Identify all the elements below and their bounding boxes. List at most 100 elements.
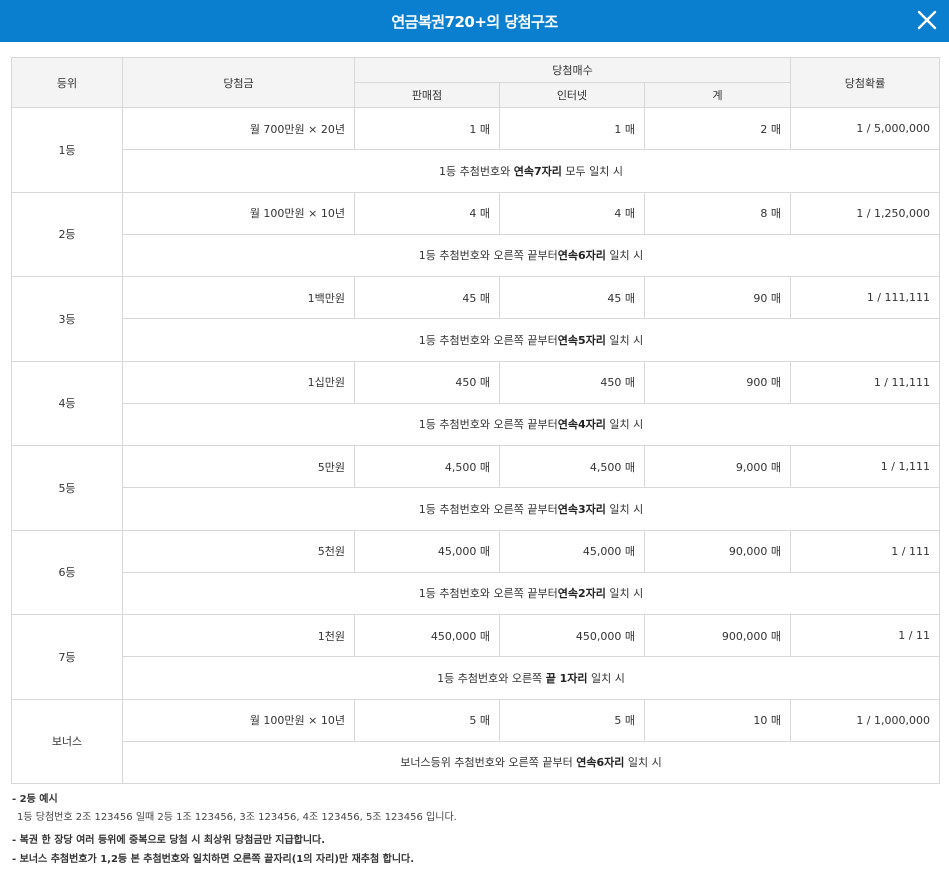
amount-cell: 월 100만원 × 10년 [122,698,355,742]
table-row-condition: 1등 추첨번호와 오른쪽 끝부터연속3자리 일치 시 [12,487,940,531]
condition-suffix: 일치 시 [624,756,662,770]
total-count-cell: 8 매 [644,191,791,235]
condition-cell: 1등 추첨번호와 오른쪽 끝부터연속4자리 일치 시 [122,402,940,446]
condition-cell: 1등 추첨번호와 오른쪽 끝부터연속6자리 일치 시 [122,233,940,277]
rank-cell: 6등 [11,529,123,615]
amount-cell: 1천원 [122,614,355,657]
condition-cell: 1등 추첨번호와 오른쪽 끝부터연속5자리 일치 시 [122,318,940,362]
store-count-cell: 4 매 [354,191,500,235]
condition-suffix: 일치 시 [605,249,644,263]
internet-count-cell: 45 매 [499,276,645,319]
table-row: 4등 1십만원 450 매 450 매 900 매1 / 11,111 [11,360,940,446]
internet-count-cell: 450 매 [499,360,645,404]
header-count-group: 당첨매수 [354,57,791,83]
internet-count-cell: 1 매 [499,107,645,150]
header-store: 판매점 [354,82,500,108]
table-row: 1등 월 700만원 × 20년 1 매1 매2 매1 / 5,000,000 [11,107,940,193]
condition-text: 1등 추첨번호와 오른쪽 끝부터 [418,418,558,432]
total-count-cell: 90,000 매 [644,529,791,573]
condition-cell: 1등 추첨번호와 연속7자리 모두 일치 시 [122,149,940,193]
amount-cell: 월 700만원 × 20년 [122,107,355,150]
table-row-condition: 1등 추첨번호와 오른쪽 끝부터연속4자리 일치 시 [12,402,940,446]
table-row-condition: 1등 추첨번호와 연속7자리 모두 일치 시 [12,149,940,193]
total-count-cell: 900,000 매 [644,614,791,657]
table-row-condition: 1등 추첨번호와 오른쪽 끝부터연속2자리 일치 시 [12,571,940,615]
table-row-condition: 1등 추첨번호와 오른쪽 끝부터연속6자리 일치 시 [12,233,940,277]
probability-cell: 1 / 5,000,000 [790,107,940,150]
amount-cell: 5천원 [122,529,355,573]
probability-cell: 1 / 1,250,000 [790,191,940,235]
total-count-cell: 90 매 [644,276,791,319]
condition-cell: 1등 추첨번호와 오른쪽 끝부터연속3자리 일치 시 [122,487,940,531]
condition-text: 1등 추첨번호와 [439,164,514,178]
modal-header: 연금복권720+의 당첨구조 [0,0,949,42]
amount-cell: 5만원 [122,445,355,488]
condition-text: 1등 추첨번호와 오른쪽 끝부터 [418,587,558,601]
header-probability: 당첨확률 [790,57,940,108]
condition-highlight: 끝 1자리 [545,671,588,685]
condition-highlight: 연속4자리 [557,418,606,432]
note-bonus-redraw: - 보너스 추첨번호가 1,2등 본 추첨번호와 일치하면 오른쪽 끝자리(1의… [12,854,415,865]
table-row-condition: 1등 추첨번호와 오른쪽 끝 1자리 일치 시 [12,656,940,700]
condition-highlight: 연속6자리 [576,756,625,770]
probability-cell: 1 / 11 [790,614,940,657]
condition-text: 1등 추첨번호와 오른쪽 [437,671,546,685]
condition-suffix: 일치 시 [605,587,644,601]
table-row: 6등 5천원 45,000 매 45,000 매 90,000 매1 / 111 [11,529,940,615]
condition-highlight: 연속3자리 [557,502,606,516]
total-count-cell: 9,000 매 [644,445,791,488]
condition-suffix: 모두 일치 시 [561,164,623,178]
condition-text: 보너스등위 추첨번호와 오른쪽 끝부터 [400,756,577,770]
rank-cell: 1등 [11,107,123,193]
probability-cell: 1 / 111,111 [790,276,940,319]
internet-count-cell: 450,000 매 [499,614,645,657]
example-title: - 2등 예시 [12,794,58,805]
store-count-cell: 5 매 [354,698,500,742]
total-count-cell: 2 매 [644,107,791,150]
store-count-cell: 45,000 매 [354,529,500,573]
example-body: 1등 당첨번호 2조 123456 일때 2등 1조 123456, 3조 12… [17,812,457,823]
probability-cell: 1 / 111 [790,529,940,573]
condition-highlight: 연속7자리 [513,164,562,178]
condition-suffix: 일치 시 [605,502,644,516]
condition-cell: 1등 추첨번호와 오른쪽 끝부터연속2자리 일치 시 [122,571,940,615]
total-count-cell: 900 매 [644,360,791,404]
prize-structure-table: 등위 당첨금 당첨매수 당첨확률 판매점 인터넷 계 1등 월 700만원 × 2… [11,57,940,784]
condition-highlight: 연속6자리 [557,249,606,263]
probability-cell: 1 / 1,111 [790,445,940,488]
probability-cell: 1 / 1,000,000 [790,698,940,742]
store-count-cell: 450 매 [354,360,500,404]
condition-text: 1등 추첨번호와 오른쪽 끝부터 [418,502,558,516]
rank-cell: 보너스 [11,698,123,784]
table-row: 2등 월 100만원 × 10년 4 매4 매8 매1 / 1,250,000 [11,191,940,277]
table-row-condition: 보너스등위 추첨번호와 오른쪽 끝부터 연속6자리 일치 시 [12,740,940,784]
rank-cell: 7등 [11,614,123,700]
condition-suffix: 일치 시 [605,418,644,432]
total-count-cell: 10 매 [644,698,791,742]
condition-highlight: 연속5자리 [557,333,606,347]
store-count-cell: 450,000 매 [354,614,500,657]
close-icon[interactable] [915,8,939,32]
condition-text: 1등 추첨번호와 오른쪽 끝부터 [418,249,558,263]
table-row: 5등 5만원 4,500 매 4,500 매 9,000 매1 / 1,111 [11,445,940,531]
internet-count-cell: 4,500 매 [499,445,645,488]
condition-cell: 1등 추첨번호와 오른쪽 끝 1자리 일치 시 [122,656,940,700]
table-row-condition: 1등 추첨번호와 오른쪽 끝부터연속5자리 일치 시 [12,318,940,362]
table-row: 3등 1백만원 45 매 45 매 90 매1 / 111,111 [11,276,940,362]
store-count-cell: 1 매 [354,107,500,150]
condition-suffix: 일치 시 [587,671,625,685]
condition-suffix: 일치 시 [605,333,644,347]
rank-cell: 4등 [11,360,123,446]
amount-cell: 1십만원 [122,360,355,404]
header-rank: 등위 [11,57,123,108]
note-duplicate-win: - 복권 한 장당 여러 등위에 중복으로 당첨 시 최상위 당첨금만 지급합니… [12,835,326,846]
amount-cell: 월 100만원 × 10년 [122,191,355,235]
rank-cell: 3등 [11,276,123,362]
store-count-cell: 45 매 [354,276,500,319]
internet-count-cell: 45,000 매 [499,529,645,573]
header-amount: 당첨금 [122,57,355,108]
header-internet: 인터넷 [499,82,645,108]
rank-cell: 5등 [11,445,123,531]
modal-title: 연금복권720+의 당첨구조 [391,12,558,31]
probability-cell: 1 / 11,111 [790,360,940,404]
